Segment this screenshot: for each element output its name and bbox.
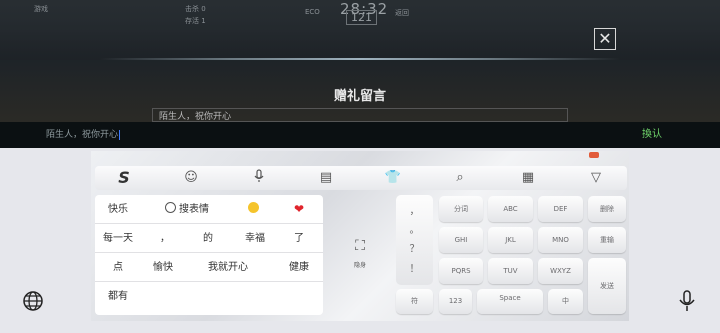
suggestion-item[interactable]: 快乐 <box>99 195 137 224</box>
delete-key[interactable]: 删除 <box>588 196 626 222</box>
sticker-search-label: 搜表情 <box>179 204 209 215</box>
suggestion-item[interactable]: 的 <box>198 224 218 253</box>
suggestion-item[interactable]: 点 <box>107 253 129 282</box>
search-icon[interactable]: ⌕ <box>450 169 470 187</box>
close-icon: ✕ <box>598 29 612 48</box>
key-jkl[interactable]: JKL <box>488 227 533 253</box>
space-key[interactable]: Space <box>477 289 543 314</box>
suggestion-row: 快乐 搜表情 ❤ <box>95 195 323 224</box>
hud-label: 返回 <box>395 9 409 17</box>
key-abc[interactable]: ABC <box>488 196 533 222</box>
ime-toolbar <box>95 166 627 190</box>
suggestion-item[interactable]: 每一天 <box>99 224 137 253</box>
suggestion-row: 点 愉快 我就开心 健康 <box>95 253 323 282</box>
heart-emoji-icon[interactable]: ❤ <box>287 195 311 224</box>
microphone-icon[interactable] <box>678 290 696 312</box>
sogou-logo-icon[interactable]: S <box>114 169 134 187</box>
key-def[interactable]: DEF <box>538 196 583 222</box>
key-pqrs[interactable]: PQRS <box>439 258 483 284</box>
dialog-title: 赠礼留言 <box>333 89 386 104</box>
keyboard-icon[interactable]: ▤ <box>316 169 336 187</box>
globe-icon[interactable] <box>22 290 44 312</box>
emoji-icon[interactable]: ☺ <box>181 169 201 187</box>
key-ghi[interactable]: GHI <box>439 227 483 253</box>
hud-label: 游戏 <box>34 5 48 13</box>
hud-label: ECO <box>305 8 320 16</box>
key-wxyz[interactable]: WXYZ <box>538 258 583 284</box>
hud-label: 击杀 0 <box>185 5 206 13</box>
key-tuv[interactable]: TUV <box>488 258 533 284</box>
skin-icon[interactable]: 👕 <box>383 169 403 187</box>
reset-key[interactable]: 重输 <box>588 227 626 253</box>
punct-key[interactable]: ， <box>396 202 433 217</box>
suggestion-item[interactable]: 愉快 <box>149 253 177 282</box>
hud-label: 存活 1 <box>185 17 206 25</box>
suggestion-item[interactable]: 了 <box>289 224 309 253</box>
sticker-search-button[interactable]: 搜表情 <box>155 195 219 224</box>
suggestion-item[interactable]: 幸福 <box>239 224 271 253</box>
punct-key[interactable]: ？ <box>396 240 433 255</box>
collapse-icon[interactable]: ▽ <box>586 169 606 187</box>
suggestion-item[interactable]: 健康 <box>283 253 315 282</box>
skin-badge-icon <box>589 152 599 158</box>
ghost-mode-label: 隐身 <box>353 262 366 269</box>
message-preview: 陌生人，祝你开心 <box>152 108 568 122</box>
grin-emoji-icon[interactable] <box>241 195 265 224</box>
layout-icon[interactable]: ▦ <box>518 169 538 187</box>
message-input-text: 陌生人，祝你开心 <box>46 130 119 140</box>
key-segment[interactable]: 分词 <box>439 196 483 222</box>
send-key[interactable]: 发送 <box>588 258 626 314</box>
close-button[interactable]: ✕ <box>594 28 616 50</box>
symbol-key[interactable]: 符 <box>396 289 433 314</box>
suggestion-item[interactable]: 都有 <box>99 282 137 311</box>
smiley-icon <box>165 202 176 213</box>
key-mno[interactable]: MNO <box>538 227 583 253</box>
confirm-button[interactable]: 換认 <box>636 126 668 144</box>
text-caret <box>119 129 121 140</box>
punct-key[interactable]: ！ <box>396 260 433 275</box>
voice-icon[interactable] <box>249 169 269 187</box>
suggestion-item[interactable]: ， <box>157 224 173 253</box>
suggestion-item[interactable]: 我就开心 <box>203 253 253 282</box>
punct-key[interactable]: 。 <box>396 221 433 236</box>
match-sub-timer: 121 <box>346 10 377 25</box>
divider <box>100 58 620 60</box>
number-key[interactable]: 123 <box>439 289 472 314</box>
message-input[interactable]: 陌生人，祝你开心 <box>40 126 630 144</box>
suggestion-row: 每一天 ， 的 幸福 了 <box>95 224 323 253</box>
language-key[interactable]: 中 <box>548 289 583 314</box>
suggestion-row: 都有 <box>95 282 323 311</box>
ghost-mode-icon[interactable]: ⛶ <box>348 238 372 262</box>
